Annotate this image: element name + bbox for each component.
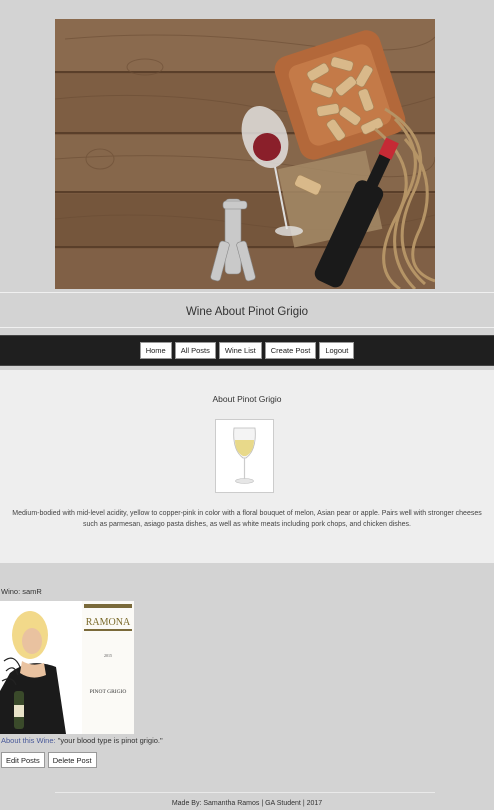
bottle-brand: RAMONA <box>86 617 131 628</box>
nav-all-posts-button[interactable]: All Posts <box>174 342 216 359</box>
divider <box>0 292 494 293</box>
hero-image <box>55 19 435 289</box>
post-image: RAMONA 2015 PINOT GRIGIO <box>0 601 134 734</box>
footer-credit: Made By: Samantha Ramos | GA Student | 2… <box>171 800 323 807</box>
post-comment: "your blood type is pinot grigio." <box>57 736 163 745</box>
bottle-year: 2015 <box>104 653 112 658</box>
about-section: About Pinot Grigio Medium-bodied with mi… <box>0 370 494 563</box>
nav-logout-button[interactable]: Logout <box>319 342 355 359</box>
footer-divider <box>55 792 435 793</box>
edit-post-button[interactable]: Edit Posts <box>1 752 45 768</box>
divider <box>0 327 494 328</box>
site-title: Wine About Pinot Grigio <box>185 306 309 318</box>
main-nav: Home All Posts Wine List Create Post Log… <box>0 335 494 366</box>
post-author: Wino: samR <box>1 587 42 596</box>
nav-home-button[interactable]: Home <box>139 342 172 359</box>
delete-post-button[interactable]: Delete Post <box>47 752 97 768</box>
about-title: About Pinot Grigio <box>212 394 282 404</box>
post-actions: Edit Posts Delete Post <box>1 752 97 768</box>
about-wine-link[interactable]: About this Wine: <box>1 736 56 745</box>
bottle-type: PINOT GRIGIO <box>90 689 127 695</box>
about-description: Medium-bodied with mid-level acidity, ye… <box>12 510 482 528</box>
post-about: About this Wine: "your blood type is pin… <box>1 736 163 745</box>
nav-wine-list-button[interactable]: Wine List <box>218 342 262 359</box>
wine-glass-image <box>215 419 274 493</box>
nav-create-post-button[interactable]: Create Post <box>264 342 317 359</box>
